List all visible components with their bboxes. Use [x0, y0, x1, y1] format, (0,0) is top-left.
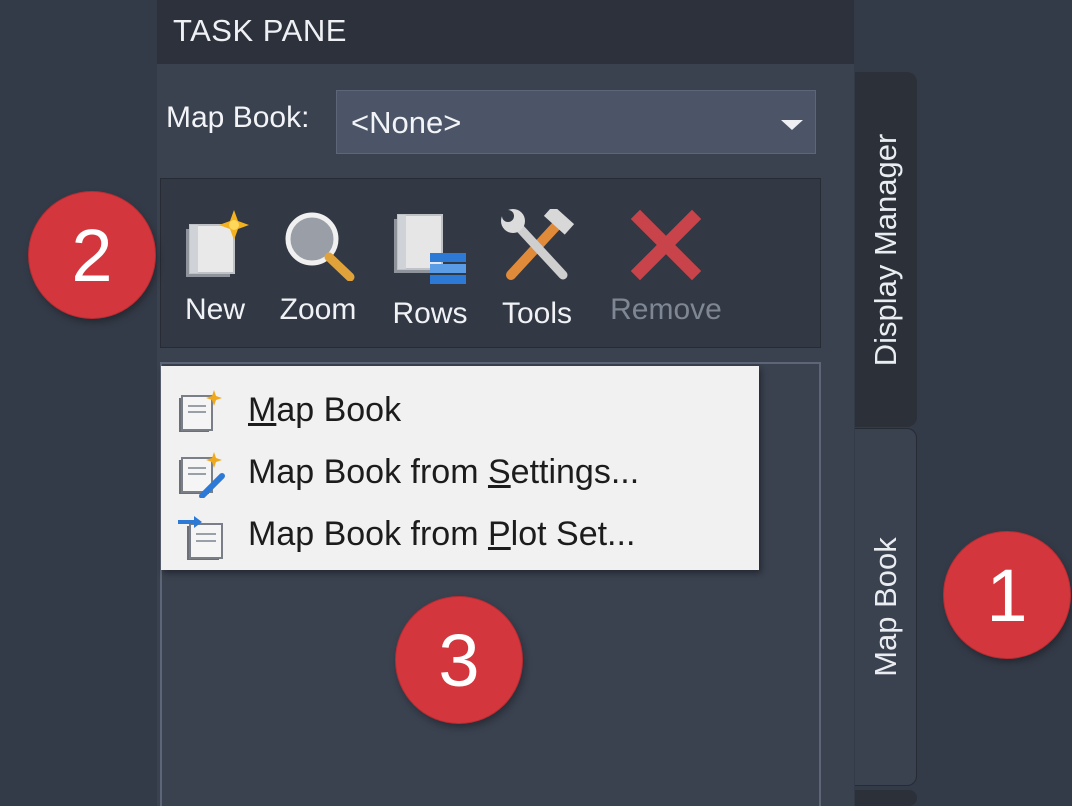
- rows-icon: [390, 209, 470, 285]
- callout-badge-1: 1: [944, 532, 1070, 658]
- rows-button[interactable]: Rows: [387, 209, 473, 344]
- callout-badge-3: 3: [396, 597, 522, 723]
- menu-item-label: Map Book: [248, 391, 402, 429]
- rows-button-label: Rows: [392, 297, 468, 330]
- new-button[interactable]: New: [179, 209, 251, 344]
- map-book-dropdown[interactable]: <None>: [336, 90, 816, 154]
- tools-button[interactable]: Tools: [495, 209, 579, 344]
- new-button-label: New: [184, 293, 245, 326]
- zoom-icon: [280, 209, 356, 281]
- map-book-toolbar: New Zoom Rows Tools Remove: [160, 178, 821, 348]
- map-book-dropdown-value: <None>: [351, 105, 462, 140]
- remove-button[interactable]: Remove: [603, 209, 729, 344]
- task-pane-header: TASK PANE: [157, 0, 854, 65]
- task-pane-title: TASK PANE: [173, 13, 347, 48]
- map-book-settings-icon: [176, 452, 228, 503]
- tab-map-book-label: Map Book: [867, 537, 903, 677]
- map-book-label: Map Book:: [166, 101, 310, 134]
- remove-x-icon: [630, 209, 702, 281]
- new-book-icon: [180, 209, 250, 281]
- zoom-button[interactable]: Zoom: [273, 209, 363, 344]
- new-map-book-menu: Map Book Map Book from Settings... Map B…: [161, 366, 759, 570]
- menu-item-label: Map Book from Settings...: [248, 453, 640, 491]
- tab-display-manager-label: Display Manager: [868, 133, 903, 366]
- menu-item-map-book-from-settings[interactable]: Map Book from Settings...: [161, 440, 759, 502]
- menu-item-map-book[interactable]: Map Book: [161, 378, 759, 440]
- remove-button-label: Remove: [610, 293, 722, 326]
- callout-badge-2: 2: [29, 192, 155, 318]
- menu-item-map-book-from-plot-set[interactable]: Map Book from Plot Set...: [161, 502, 759, 564]
- map-book-new-icon: [176, 390, 224, 439]
- tools-button-label: Tools: [501, 297, 573, 330]
- tab-display-manager[interactable]: Display Manager: [855, 72, 917, 427]
- tab-additional[interactable]: [855, 790, 917, 806]
- chevron-down-icon: [781, 120, 803, 130]
- menu-item-label: Map Book from Plot Set...: [248, 515, 636, 553]
- map-book-plotset-icon: [176, 514, 228, 567]
- tab-map-book[interactable]: Map Book: [855, 428, 917, 786]
- tools-icon: [497, 209, 577, 285]
- zoom-button-label: Zoom: [279, 293, 357, 326]
